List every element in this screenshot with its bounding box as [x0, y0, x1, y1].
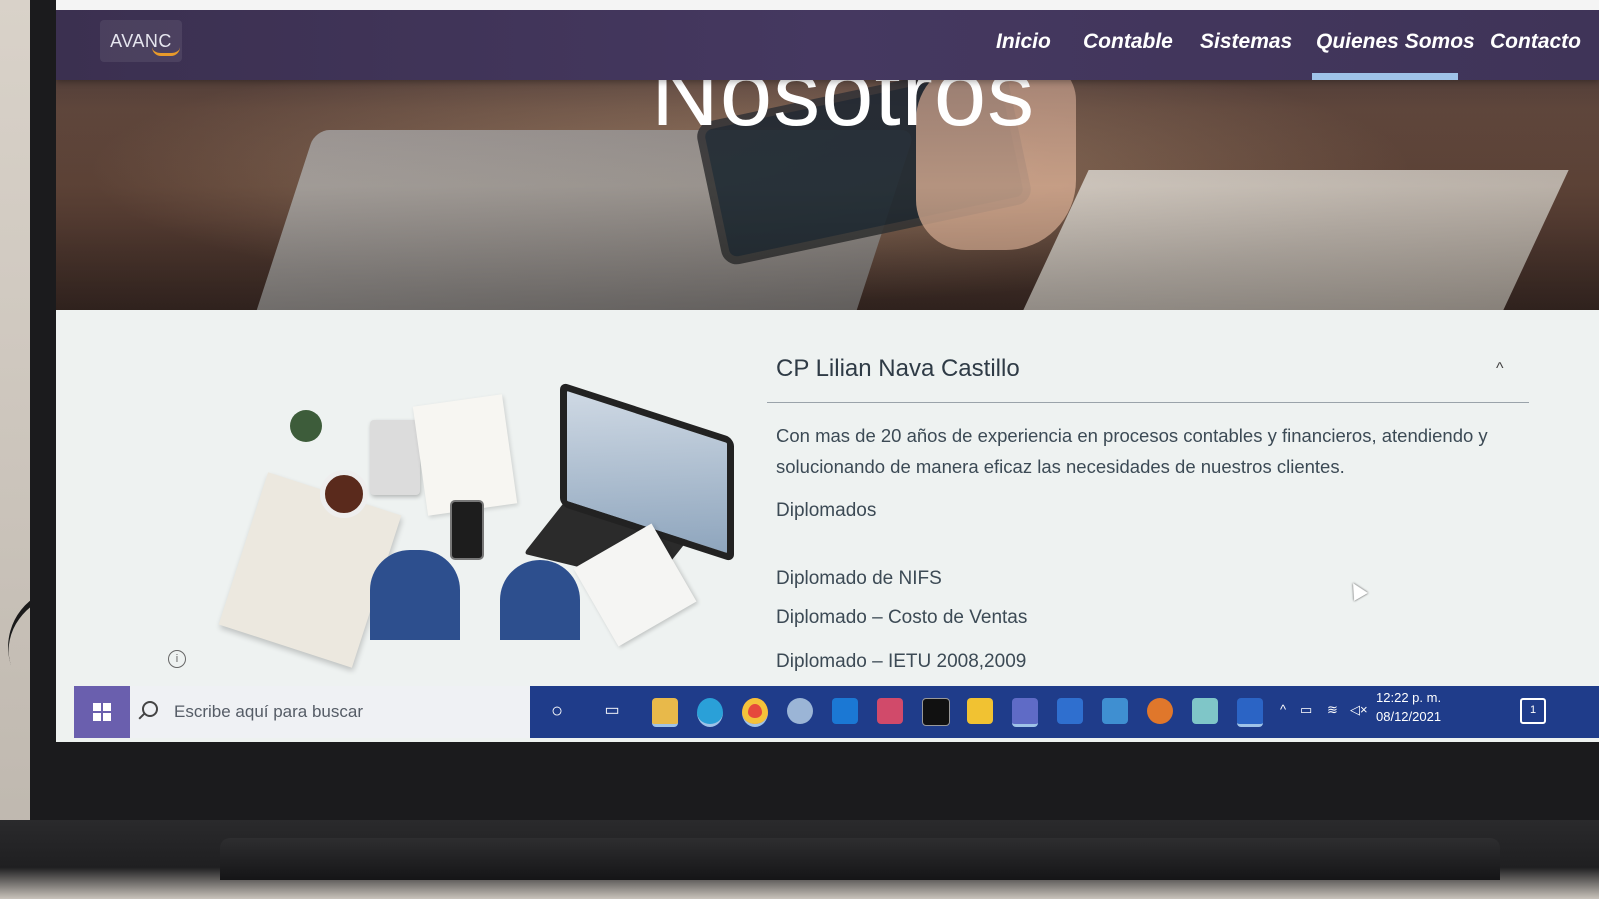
battery-icon[interactable]: ▭	[1300, 702, 1312, 718]
chevron-up-icon[interactable]: ^	[1496, 360, 1510, 377]
chrome-icon[interactable]	[742, 698, 768, 727]
accordion-title[interactable]: CP Lilian Nava Castillo	[776, 355, 1020, 383]
nav-active-indicator	[1312, 73, 1458, 80]
tray-chevron-icon[interactable]: ^	[1280, 702, 1286, 717]
outlook-icon[interactable]	[832, 698, 858, 724]
diplomado-item: Diplomado – IETU 2008,2009	[776, 651, 1027, 672]
diplomado-item: Diplomado de NIFS	[776, 568, 942, 589]
cortana-icon[interactable]: ○	[544, 698, 570, 724]
edge-icon[interactable]	[697, 698, 723, 727]
photo-phone	[450, 500, 484, 560]
word-icon[interactable]	[1237, 698, 1263, 727]
photo-calculator	[370, 420, 420, 495]
volume-muted-icon[interactable]: ◁×	[1350, 702, 1368, 718]
wifi-icon[interactable]: ≋	[1327, 702, 1338, 718]
search-icon	[142, 701, 158, 717]
snip-icon[interactable]	[877, 698, 903, 724]
photo-mug	[320, 470, 368, 518]
teams-icon[interactable]	[1012, 698, 1038, 727]
photo-arm-left	[370, 550, 460, 640]
photo-plant	[290, 410, 322, 442]
tools-icon[interactable]	[1102, 698, 1128, 724]
diplomado-item: Diplomado – Costo de Ventas	[776, 607, 1028, 628]
screen: Nosotros AVANC Inicio Contable Sistemas …	[56, 0, 1599, 742]
photo-arm-right	[500, 560, 580, 640]
app-icon[interactable]	[787, 698, 813, 724]
remote-icon[interactable]	[1147, 698, 1173, 724]
accordion-description: Con mas de 20 años de experiencia en pro…	[776, 425, 1488, 477]
laptop-hinge	[220, 838, 1500, 880]
start-button[interactable]	[74, 686, 130, 738]
windows-taskbar: Escribe aquí para buscar ○ ▭ ^ ▭ ≋ ◁× 12…	[74, 686, 1599, 738]
diplomados-heading: Diplomados	[776, 500, 877, 521]
taskbar-search[interactable]: Escribe aquí para buscar	[130, 686, 530, 738]
task-view-icon[interactable]: ▭	[599, 698, 625, 724]
clock-date: 08/12/2021	[1376, 709, 1442, 724]
taskbar-clock[interactable]: 12:22 p. m. 08/12/2021	[1376, 688, 1441, 726]
nav-contable[interactable]: Contable	[1083, 30, 1173, 54]
photo-paper	[412, 394, 518, 516]
info-icon[interactable]: i	[168, 650, 186, 668]
nav-sistemas[interactable]: Sistemas	[1200, 30, 1292, 54]
files-icon[interactable]	[967, 698, 993, 724]
notification-icon[interactable]: 1	[1520, 698, 1546, 724]
site-logo[interactable]: AVANC	[100, 20, 182, 62]
site-navbar: AVANC Inicio Contable Sistemas Quienes S…	[56, 0, 1599, 80]
nav-contacto[interactable]: Contacto	[1490, 30, 1581, 54]
nav-quienes-somos[interactable]: Quienes Somos	[1316, 30, 1475, 54]
clock-time: 12:22 p. m.	[1376, 690, 1442, 705]
file-explorer-icon[interactable]	[652, 698, 678, 727]
windows-icon	[93, 703, 111, 721]
nav-inicio[interactable]: Inicio	[996, 30, 1051, 54]
notes-icon[interactable]	[1192, 698, 1218, 724]
accordion-divider	[767, 402, 1529, 403]
defender-icon[interactable]	[1057, 698, 1083, 724]
office-photo	[218, 370, 765, 668]
terminal-icon[interactable]	[922, 698, 950, 726]
search-placeholder: Escribe aquí para buscar	[174, 702, 363, 721]
browser-edge	[56, 0, 1599, 10]
